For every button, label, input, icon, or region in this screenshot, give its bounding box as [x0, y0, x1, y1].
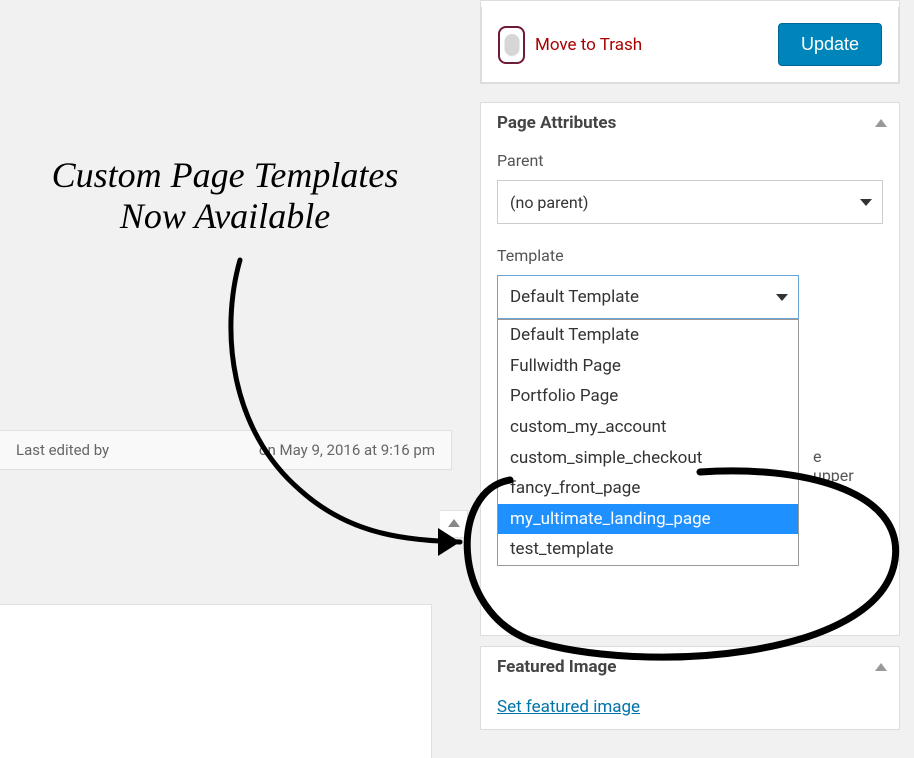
publish-box: Move to Trash Update	[480, 0, 900, 84]
template-option[interactable]: my_ultimate_landing_page	[498, 504, 798, 535]
trash-link-label: Move to Trash	[535, 35, 642, 55]
page-attributes-header[interactable]: Page Attributes	[481, 103, 899, 143]
parent-select[interactable]: (no parent)	[497, 180, 883, 224]
featured-image-title: Featured Image	[497, 657, 616, 677]
last-edited-timestamp: on May 9, 2016 at 9:16 pm	[259, 441, 435, 459]
move-to-trash-link[interactable]: Move to Trash	[498, 26, 642, 64]
chevron-down-icon	[776, 294, 788, 301]
last-edited-prefix: Last edited by	[16, 441, 109, 459]
peek-text: e upper	[813, 447, 854, 485]
template-option[interactable]: Fullwidth Page	[498, 351, 798, 382]
template-select[interactable]: Default Template	[497, 275, 799, 319]
chevron-up-icon	[448, 519, 460, 527]
parent-select-value: (no parent)	[510, 193, 589, 212]
template-option[interactable]: Portfolio Page	[498, 381, 798, 412]
template-option[interactable]: fancy_front_page	[498, 473, 798, 504]
set-featured-image-link[interactable]: Set featured image	[497, 697, 640, 717]
panel-collapse-toggle[interactable]	[440, 510, 468, 538]
template-field-label: Template	[497, 246, 883, 265]
update-button[interactable]: Update	[778, 23, 882, 66]
parent-field-label: Parent	[497, 151, 883, 170]
template-option[interactable]: Default Template	[498, 320, 798, 351]
template-option[interactable]: custom_my_account	[498, 412, 798, 443]
template-option[interactable]: test_template	[498, 534, 798, 565]
template-select-value: Default Template	[510, 287, 639, 307]
page-attributes-title: Page Attributes	[497, 113, 616, 133]
chevron-up-icon	[875, 663, 887, 671]
annotation-label: Custom Page Templates Now Available	[0, 155, 450, 238]
chevron-up-icon	[875, 119, 887, 127]
last-edited-bar: Last edited by on May 9, 2016 at 9:16 pm	[0, 430, 452, 470]
trash-icon	[498, 26, 525, 64]
featured-image-box: Featured Image Set featured image	[480, 646, 900, 730]
empty-panel	[0, 604, 432, 758]
template-option[interactable]: custom_simple_checkout	[498, 443, 798, 474]
template-dropdown[interactable]: Default TemplateFullwidth PagePortfolio …	[497, 319, 799, 566]
featured-image-header[interactable]: Featured Image	[481, 647, 899, 687]
page-attributes-box: Page Attributes Parent (no parent) Templ…	[480, 102, 900, 636]
chevron-down-icon	[860, 199, 872, 206]
